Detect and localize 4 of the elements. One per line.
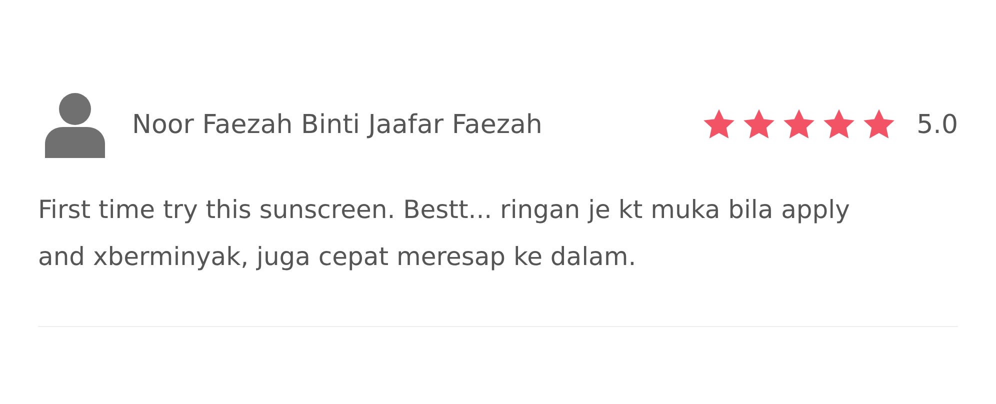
avatar-icon xyxy=(45,92,105,158)
reviewer-name: Noor Faezah Binti Jaafar Faezah xyxy=(132,110,544,140)
rating-value: 5.0 xyxy=(916,110,958,140)
review-text: First time try this sunscreen. Bestt... ringan je kt muka bila apply and xberminyak, juga cepat meresap ke dalam. xyxy=(38,194,851,273)
